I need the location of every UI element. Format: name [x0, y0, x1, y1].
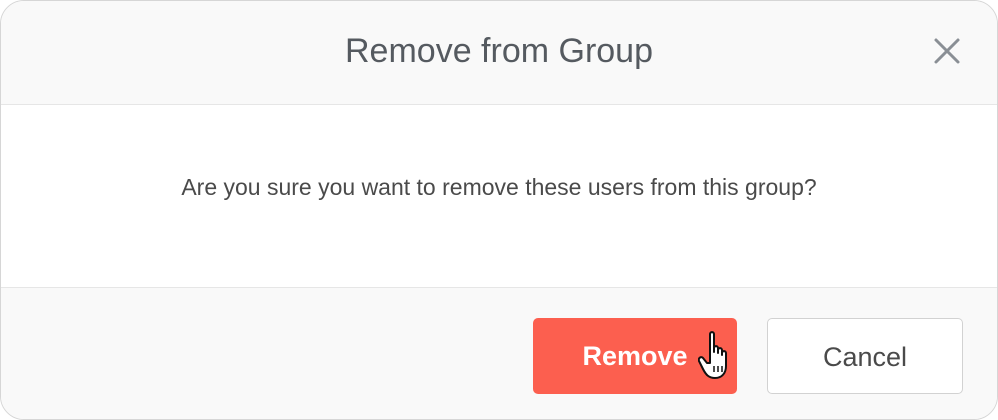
dialog-footer: Remove Cancel — [1, 287, 997, 419]
dialog-header: Remove from Group — [1, 1, 997, 105]
dialog-title: Remove from Group — [345, 32, 653, 70]
cancel-button[interactable]: Cancel — [767, 318, 963, 394]
remove-button[interactable]: Remove — [533, 318, 737, 394]
remove-from-group-dialog: Remove from Group Are you sure you want … — [0, 0, 998, 420]
confirmation-message: Are you sure you want to remove these us… — [181, 174, 817, 200]
close-icon — [934, 38, 960, 64]
close-button[interactable] — [927, 31, 967, 71]
dialog-body: Are you sure you want to remove these us… — [1, 105, 997, 287]
